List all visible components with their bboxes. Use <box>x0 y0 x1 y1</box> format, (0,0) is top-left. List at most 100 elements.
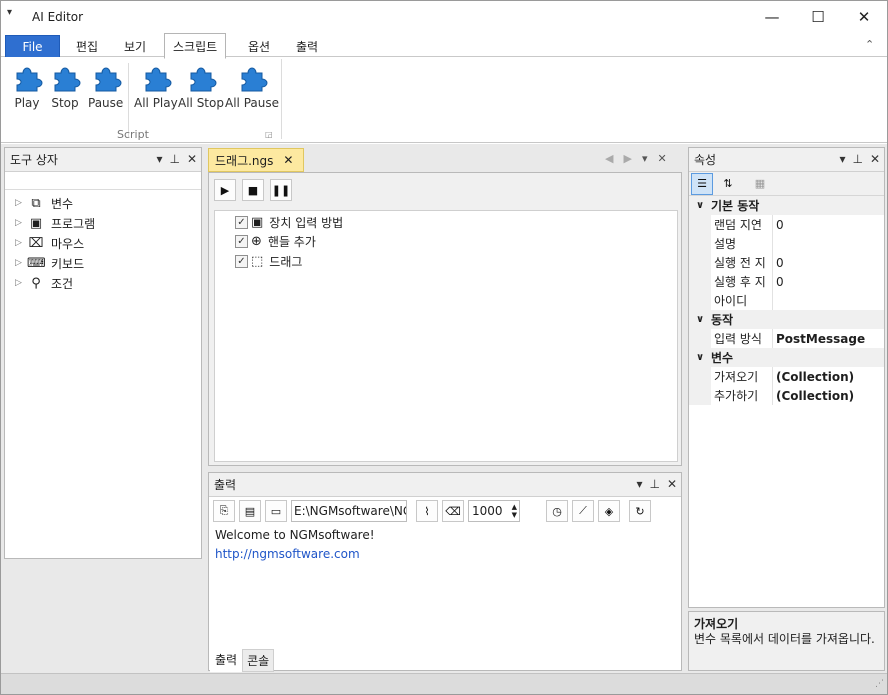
open-folder-button[interactable]: ▭ <box>265 500 287 522</box>
property-name: 추가하기 <box>711 386 773 405</box>
pin-icon[interactable]: ⊥ <box>649 477 659 491</box>
property-value[interactable]: PostMessage <box>773 332 865 346</box>
property-value[interactable]: (Collection) <box>773 370 854 384</box>
property-row[interactable]: 입력 방식 PostMessage <box>689 329 884 348</box>
tab-view[interactable]: 보기 <box>116 35 154 58</box>
expand-icon[interactable]: ▷ <box>15 258 27 268</box>
pause-button[interactable]: Pause <box>88 61 123 110</box>
close-icon[interactable]: ✕ <box>667 477 677 491</box>
checkbox[interactable]: ✓ <box>235 255 248 268</box>
scroll-right-icon[interactable]: ▶ <box>623 152 631 165</box>
property-row[interactable]: 설명 <box>689 234 884 253</box>
collapse-icon[interactable]: ∨ <box>689 352 711 363</box>
dropdown-icon[interactable]: ▾ <box>636 477 642 491</box>
status-bar: ⋰ <box>1 673 887 694</box>
close-button[interactable]: ✕ <box>841 3 887 31</box>
property-value[interactable]: 0 <box>773 275 784 289</box>
play-button[interactable]: Play <box>11 61 43 110</box>
property-pages-button[interactable]: ▦ <box>749 173 771 195</box>
dropdown-icon[interactable]: ▾ <box>156 152 162 166</box>
dropdown-icon[interactable]: ▾ <box>642 152 648 165</box>
property-row[interactable]: 랜덤 지연 0 <box>689 215 884 234</box>
save-button[interactable]: ▤ <box>239 500 261 522</box>
pin-icon[interactable]: ⊥ <box>852 152 862 166</box>
website-link[interactable]: http://ngmsoftware.com <box>215 547 360 561</box>
expand-icon[interactable]: ▷ <box>15 198 27 208</box>
close-icon[interactable]: ✕ <box>187 152 197 166</box>
resize-grip-icon[interactable]: ⋰ <box>875 679 884 689</box>
app-window: ▾ AI Editor — ☐ ✕ File 편집 보기 스크립트 옵션 출력 … <box>0 0 888 695</box>
pin-icon[interactable]: ⊥ <box>169 152 179 166</box>
checkbox[interactable]: ✓ <box>235 216 248 229</box>
minimize-button[interactable]: — <box>749 3 795 31</box>
device-input-icon: ▣ <box>251 215 264 230</box>
tab-script[interactable]: 스크립트 <box>164 33 227 59</box>
run-button[interactable]: ▶ <box>214 179 236 201</box>
tab-output-log[interactable]: 출력 <box>210 649 243 672</box>
program-icon: ▣ <box>29 215 43 231</box>
brush-button[interactable]: ⟋ <box>572 500 594 522</box>
property-value[interactable]: 0 <box>773 218 784 232</box>
tree-item-variables[interactable]: ▷ ⧉ 변수 <box>5 193 201 213</box>
toolbox-search-bar[interactable] <box>5 172 201 190</box>
stop-button[interactable]: Stop <box>49 61 81 110</box>
log-path-input[interactable]: E:\NGMsoftware\NG <box>291 500 407 522</box>
stop-button[interactable]: ■ <box>242 179 264 201</box>
expand-icon[interactable]: ▷ <box>15 278 27 288</box>
tab-console[interactable]: 콘솔 <box>242 649 275 672</box>
script-node[interactable]: ✓ ▣ 장치 입력 방법 <box>235 214 343 231</box>
close-icon[interactable]: ✕ <box>657 152 666 165</box>
category-row[interactable]: ∨ 동작 <box>689 310 884 329</box>
expand-icon[interactable]: ▷ <box>15 218 27 228</box>
stepper-arrows-icon[interactable]: ▲ ▼ <box>512 503 519 519</box>
tree-item-condition[interactable]: ▷ ⚲ 조건 <box>5 273 201 293</box>
all-pause-button[interactable]: All Pause <box>225 61 279 110</box>
collapse-icon[interactable]: ∨ <box>689 200 711 211</box>
categorized-button[interactable]: ☰ <box>691 172 713 195</box>
scroll-left-icon[interactable]: ◀ <box>605 152 613 165</box>
script-node[interactable]: ✓ ⬚ 드래그 <box>235 253 302 270</box>
timestamp-button[interactable]: ◷ <box>546 500 568 522</box>
close-icon[interactable]: ✕ <box>283 153 293 167</box>
collapse-icon[interactable]: ∨ <box>689 314 711 325</box>
checkbox[interactable]: ✓ <box>235 235 248 248</box>
ribbon-collapse-icon[interactable]: ⌃ <box>865 38 874 51</box>
property-value[interactable]: 0 <box>773 256 784 270</box>
property-row[interactable]: 실행 전 지0 <box>689 253 884 272</box>
property-row[interactable]: 실행 후 지0 <box>689 272 884 291</box>
fill-button[interactable]: ◈ <box>598 500 620 522</box>
tab-output[interactable]: 출력 <box>288 35 326 58</box>
category-row[interactable]: ∨ 변수 <box>689 348 884 367</box>
property-value[interactable]: (Collection) <box>773 389 854 403</box>
category-row[interactable]: ∨ 기본 동작 <box>689 196 884 215</box>
broom-icon: ⌇ <box>424 504 430 518</box>
tree-item-mouse[interactable]: ▷ ⌧ 마우스 <box>5 233 201 253</box>
refresh-button[interactable]: ↻ <box>629 500 651 522</box>
property-row[interactable]: 가져오기 (Collection) <box>689 367 884 386</box>
clear-button[interactable]: ⌫ <box>442 500 464 522</box>
play-icon: ▶ <box>220 183 230 197</box>
mouse-icon: ⌧ <box>28 235 44 251</box>
maximize-button[interactable]: ☐ <box>795 3 841 31</box>
max-lines-stepper[interactable]: 1000 ▲ ▼ <box>468 500 520 522</box>
property-row[interactable]: 아이디 <box>689 291 884 310</box>
tab-edit[interactable]: 편집 <box>68 35 106 58</box>
file-tab[interactable]: File <box>5 35 60 58</box>
alphabetical-button[interactable]: ⇅ <box>717 173 739 195</box>
close-icon[interactable]: ✕ <box>870 152 880 166</box>
document-tab[interactable]: 드래그.ngs ✕ <box>208 148 304 172</box>
tree-item-keyboard[interactable]: ▷ ⌨ 키보드 <box>5 253 201 273</box>
expand-icon[interactable]: ▷ <box>15 238 27 248</box>
dropdown-icon[interactable]: ▾ <box>839 152 845 166</box>
all-play-button[interactable]: All Play <box>134 61 178 110</box>
clean-button[interactable]: ⌇ <box>416 500 438 522</box>
property-row[interactable]: 추가하기 (Collection) <box>689 386 884 405</box>
all-stop-button[interactable]: All Stop <box>178 61 224 110</box>
new-log-button[interactable]: ⎘ <box>213 500 235 522</box>
dialog-launcher-icon[interactable]: ◲ <box>265 130 273 139</box>
script-node[interactable]: ✓ ⊕ 핸들 추가 <box>235 233 316 250</box>
tree-item-program[interactable]: ▷ ▣ 프로그램 <box>5 213 201 233</box>
system-menu-icon[interactable]: ▾ <box>7 7 12 18</box>
tab-options[interactable]: 옵션 <box>240 35 278 58</box>
pause-button[interactable]: ❚❚ <box>270 179 292 201</box>
